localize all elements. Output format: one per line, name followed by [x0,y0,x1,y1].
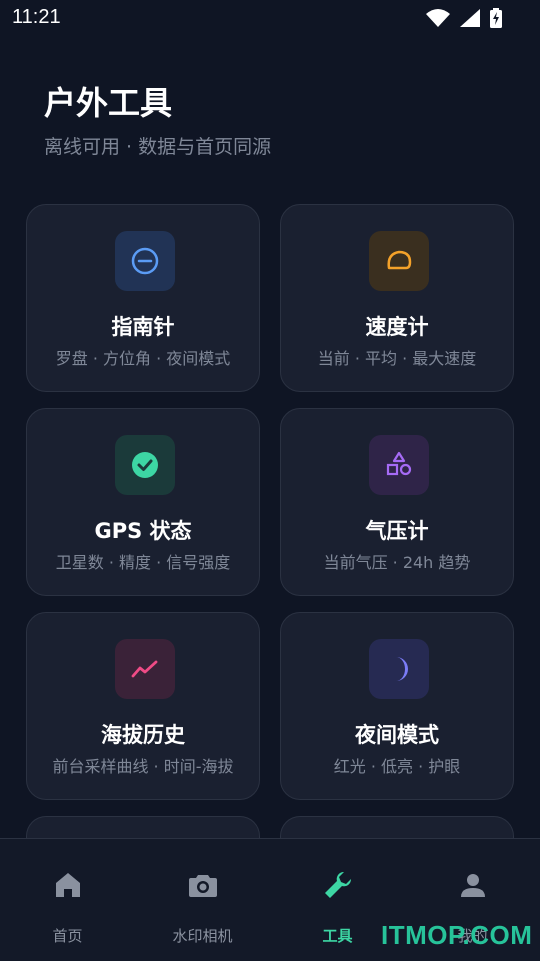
camera-icon [188,875,217,897]
tool-subtitle: 卫星数 · 精度 · 信号强度 [55,553,231,572]
nav-item-home[interactable]: 首页 [0,839,135,961]
compass-icon [115,231,175,291]
wifi-icon [426,9,450,27]
tool-card-speedometer[interactable]: 速度计 当前 · 平均 · 最大速度 [280,204,514,392]
nav-label: 水印相机 [172,927,233,945]
trend-chart-icon [115,639,175,699]
tool-card-barometer[interactable]: 气压计 当前气压 · 24h 趋势 [280,408,514,596]
tool-title: 速度计 [365,315,429,339]
person-icon [460,874,485,897]
tool-title: GPS 状态 [94,519,192,543]
wrench-icon [324,871,351,898]
tool-card-night-mode[interactable]: 夜间模式 红光 · 低亮 · 护眼 [280,612,514,800]
nav-label: 首页 [52,927,83,945]
tool-card-altitude-history[interactable]: 海拔历史 前台采样曲线 · 时间-海拔 [26,612,260,800]
home-icon [55,873,80,897]
tool-subtitle: 前台采样曲线 · 时间-海拔 [52,757,234,776]
tool-card-compass[interactable]: 指南针 罗盘 · 方位角 · 夜间模式 [26,204,260,392]
tool-subtitle: 当前 · 平均 · 最大速度 [317,349,477,368]
tool-title: 海拔历史 [101,723,185,747]
tool-card-gps-status[interactable]: GPS 状态 卫星数 · 精度 · 信号强度 [26,408,260,596]
battery-charging-icon [490,8,502,28]
tool-subtitle: 红光 · 低亮 · 护眼 [333,757,461,776]
speedometer-icon [369,231,429,291]
tool-title: 气压计 [365,519,429,543]
page-title: 户外工具 [44,84,173,122]
tool-subtitle: 当前气压 · 24h 趋势 [323,553,471,572]
cellular-signal-icon [460,9,480,27]
tool-subtitle: 罗盘 · 方位角 · 夜间模式 [55,349,231,368]
check-circle-icon [115,435,175,495]
site-watermark: ITMOP.COM [381,920,533,950]
tool-title: 指南针 [111,315,175,339]
shapes-icon [369,435,429,495]
page-subtitle: 离线可用 · 数据与首页同源 [44,136,272,158]
status-icons [426,8,502,28]
nav-item-watermark-camera[interactable]: 水印相机 [135,839,270,961]
tool-title: 夜间模式 [355,723,439,747]
moon-icon [369,639,429,699]
status-time: 11:21 [12,6,61,28]
status-bar: 11:21 [0,0,540,36]
